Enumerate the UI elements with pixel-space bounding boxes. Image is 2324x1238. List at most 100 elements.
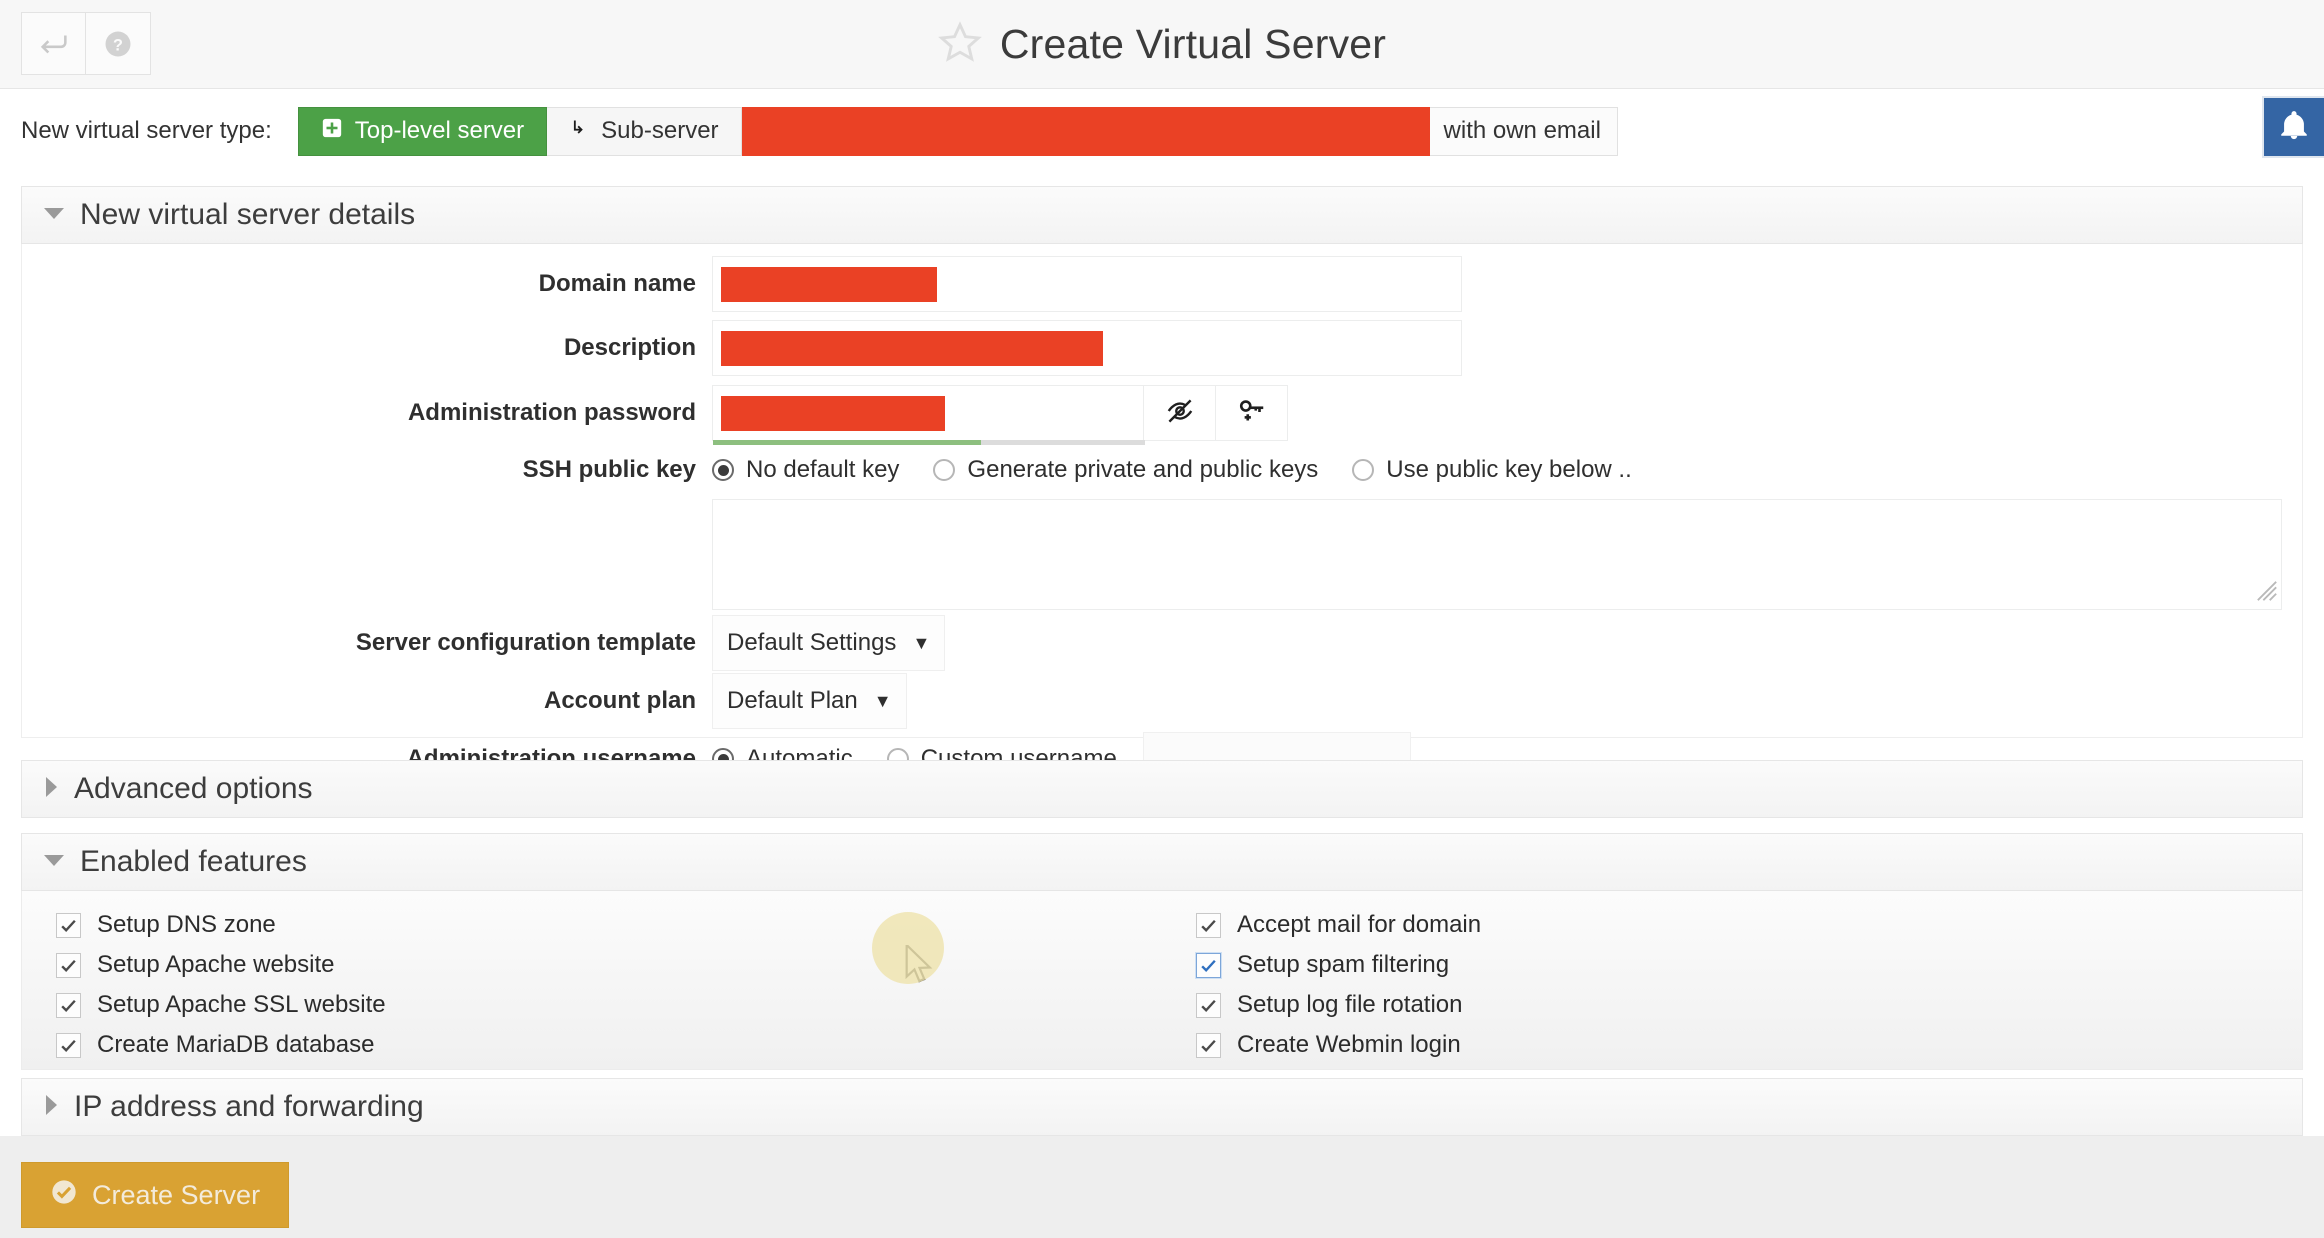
feature-item[interactable]: Setup spam filtering bbox=[1196, 945, 2302, 985]
feature-label: Create MariaDB database bbox=[97, 1031, 374, 1059]
section-title-details: New virtual server details bbox=[80, 198, 415, 232]
bell-icon bbox=[2277, 108, 2311, 147]
caret-down-icon: ▼ bbox=[874, 691, 892, 712]
features-right-column: Accept mail for domain Setup spam filter… bbox=[1162, 905, 2302, 1065]
field-row-description: Description bbox=[22, 318, 2302, 378]
feature-item[interactable]: Create Webmin login bbox=[1196, 1025, 2302, 1065]
field-row-template: Server configuration template Default Se… bbox=[22, 614, 2302, 672]
password-strength-meter bbox=[713, 440, 1145, 445]
section-title-ip: IP address and forwarding bbox=[74, 1090, 424, 1124]
server-configuration-template-value: Default Settings bbox=[727, 629, 896, 657]
page-title-block: Create Virtual Server bbox=[0, 0, 2324, 89]
section-header-details[interactable]: New virtual server details bbox=[21, 186, 2303, 244]
checkbox-accept-mail-for-domain[interactable] bbox=[1196, 913, 1221, 938]
account-plan-label: Account plan bbox=[22, 687, 712, 715]
page-title: Create Virtual Server bbox=[1000, 21, 1386, 68]
administration-password-input[interactable] bbox=[712, 385, 1144, 441]
field-row-domain: Domain name bbox=[22, 254, 2302, 314]
ssh-key-radio-group: No default key Generate private and publ… bbox=[712, 456, 1654, 484]
level-down-icon bbox=[569, 117, 589, 146]
notification-badge[interactable] bbox=[2262, 96, 2324, 158]
feature-label: Setup spam filtering bbox=[1237, 951, 1449, 979]
description-value-redacted bbox=[721, 331, 1103, 366]
key-plus-icon bbox=[1237, 396, 1267, 431]
domain-name-value-redacted bbox=[721, 267, 937, 302]
feature-item[interactable]: Setup DNS zone bbox=[56, 905, 1162, 945]
create-server-label: Create Server bbox=[92, 1180, 260, 1211]
parent-server-select[interactable]: with own email bbox=[742, 107, 1618, 156]
footer-bar: Create Server bbox=[0, 1136, 2324, 1238]
server-type-label: New virtual server type: bbox=[21, 117, 272, 145]
password-control-group bbox=[712, 385, 1288, 441]
domain-name-label: Domain name bbox=[22, 270, 712, 298]
field-row-plan: Account plan Default Plan ▼ bbox=[22, 672, 2302, 730]
caret-down-icon bbox=[44, 206, 64, 225]
checkbox-create-mariadb-database[interactable] bbox=[56, 1033, 81, 1058]
details-panel: Domain name Description Administration p… bbox=[21, 244, 2303, 738]
section-header-advanced[interactable]: Advanced options bbox=[21, 760, 2303, 818]
feature-label: Setup Apache SSL website bbox=[97, 991, 386, 1019]
administration-password-label: Administration password bbox=[22, 399, 712, 427]
ssh-option-generate-keys-radio[interactable] bbox=[933, 459, 955, 481]
feature-item[interactable]: Accept mail for domain bbox=[1196, 905, 2302, 945]
create-server-button[interactable]: Create Server bbox=[21, 1162, 289, 1228]
ssh-public-key-label: SSH public key bbox=[22, 456, 712, 484]
caret-down-icon: ▼ bbox=[912, 633, 930, 654]
with-own-email-label: with own email bbox=[1444, 117, 1601, 145]
enabled-features-panel: Setup DNS zone Setup Apache website Setu… bbox=[21, 891, 2303, 1070]
checkbox-setup-apache-ssl-website[interactable] bbox=[56, 993, 81, 1018]
checkbox-create-webmin-login[interactable] bbox=[1196, 1033, 1221, 1058]
top-header-bar: ? Create Virtual Server bbox=[0, 0, 2324, 89]
account-plan-select[interactable]: Default Plan ▼ bbox=[712, 673, 907, 729]
parent-server-value-redacted bbox=[742, 107, 1430, 156]
caret-down-icon bbox=[44, 853, 64, 872]
checkbox-setup-dns-zone[interactable] bbox=[56, 913, 81, 938]
checkbox-setup-apache-website[interactable] bbox=[56, 953, 81, 978]
feature-label: Setup Apache website bbox=[97, 951, 335, 979]
resize-grip-icon[interactable] bbox=[2256, 580, 2278, 607]
section-header-features[interactable]: Enabled features bbox=[21, 833, 2303, 891]
section-header-ip[interactable]: IP address and forwarding bbox=[21, 1078, 2303, 1136]
field-row-password: Administration password bbox=[22, 382, 2302, 444]
feature-label: Create Webmin login bbox=[1237, 1031, 1461, 1059]
administration-password-value-redacted bbox=[721, 396, 945, 431]
description-input[interactable] bbox=[712, 320, 1462, 376]
ssh-option-no-default-key-label: No default key bbox=[746, 456, 899, 484]
eye-slash-icon bbox=[1165, 396, 1195, 431]
favorite-star-icon[interactable] bbox=[938, 20, 982, 69]
feature-label: Setup log file rotation bbox=[1237, 991, 1462, 1019]
sub-server-button[interactable]: Sub-server bbox=[547, 107, 741, 156]
ssh-option-no-default-key-radio[interactable] bbox=[712, 459, 734, 481]
feature-item[interactable]: Create MariaDB database bbox=[56, 1025, 1162, 1065]
section-title-advanced: Advanced options bbox=[74, 772, 313, 806]
sub-server-label: Sub-server bbox=[601, 117, 718, 145]
feature-label: Setup DNS zone bbox=[97, 911, 276, 939]
ssh-option-use-key-below-radio[interactable] bbox=[1352, 459, 1374, 481]
toggle-password-visibility-button[interactable] bbox=[1144, 385, 1216, 441]
ssh-option-generate-keys-label: Generate private and public keys bbox=[967, 456, 1318, 484]
server-configuration-template-label: Server configuration template bbox=[22, 629, 712, 657]
section-title-features: Enabled features bbox=[80, 845, 307, 879]
account-plan-value: Default Plan bbox=[727, 687, 858, 715]
feature-item[interactable]: Setup Apache SSL website bbox=[56, 985, 1162, 1025]
features-left-column: Setup DNS zone Setup Apache website Setu… bbox=[22, 905, 1162, 1065]
domain-name-input[interactable] bbox=[712, 256, 1462, 312]
plus-square-icon bbox=[321, 117, 343, 146]
top-level-server-label: Top-level server bbox=[355, 117, 524, 145]
server-configuration-template-select[interactable]: Default Settings ▼ bbox=[712, 615, 945, 671]
caret-right-icon bbox=[44, 1095, 58, 1120]
caret-right-icon bbox=[44, 777, 58, 802]
checkbox-setup-spam-filtering[interactable] bbox=[1196, 953, 1221, 978]
feature-item[interactable]: Setup Apache website bbox=[56, 945, 1162, 985]
checkbox-setup-log-file-rotation[interactable] bbox=[1196, 993, 1221, 1018]
description-label: Description bbox=[22, 334, 712, 362]
feature-label: Accept mail for domain bbox=[1237, 911, 1481, 939]
ssh-option-use-key-below-label: Use public key below .. bbox=[1386, 456, 1631, 484]
feature-item[interactable]: Setup log file rotation bbox=[1196, 985, 2302, 1025]
top-level-server-button[interactable]: Top-level server bbox=[298, 107, 547, 156]
server-type-button-group: Top-level server Sub-server with own ema… bbox=[298, 107, 1618, 156]
field-row-ssh: SSH public key No default key Generate p… bbox=[22, 446, 2302, 494]
server-type-row: New virtual server type: Top-level serve… bbox=[0, 90, 2324, 172]
ssh-public-key-textarea[interactable] bbox=[712, 499, 2282, 610]
generate-password-button[interactable] bbox=[1216, 385, 1288, 441]
